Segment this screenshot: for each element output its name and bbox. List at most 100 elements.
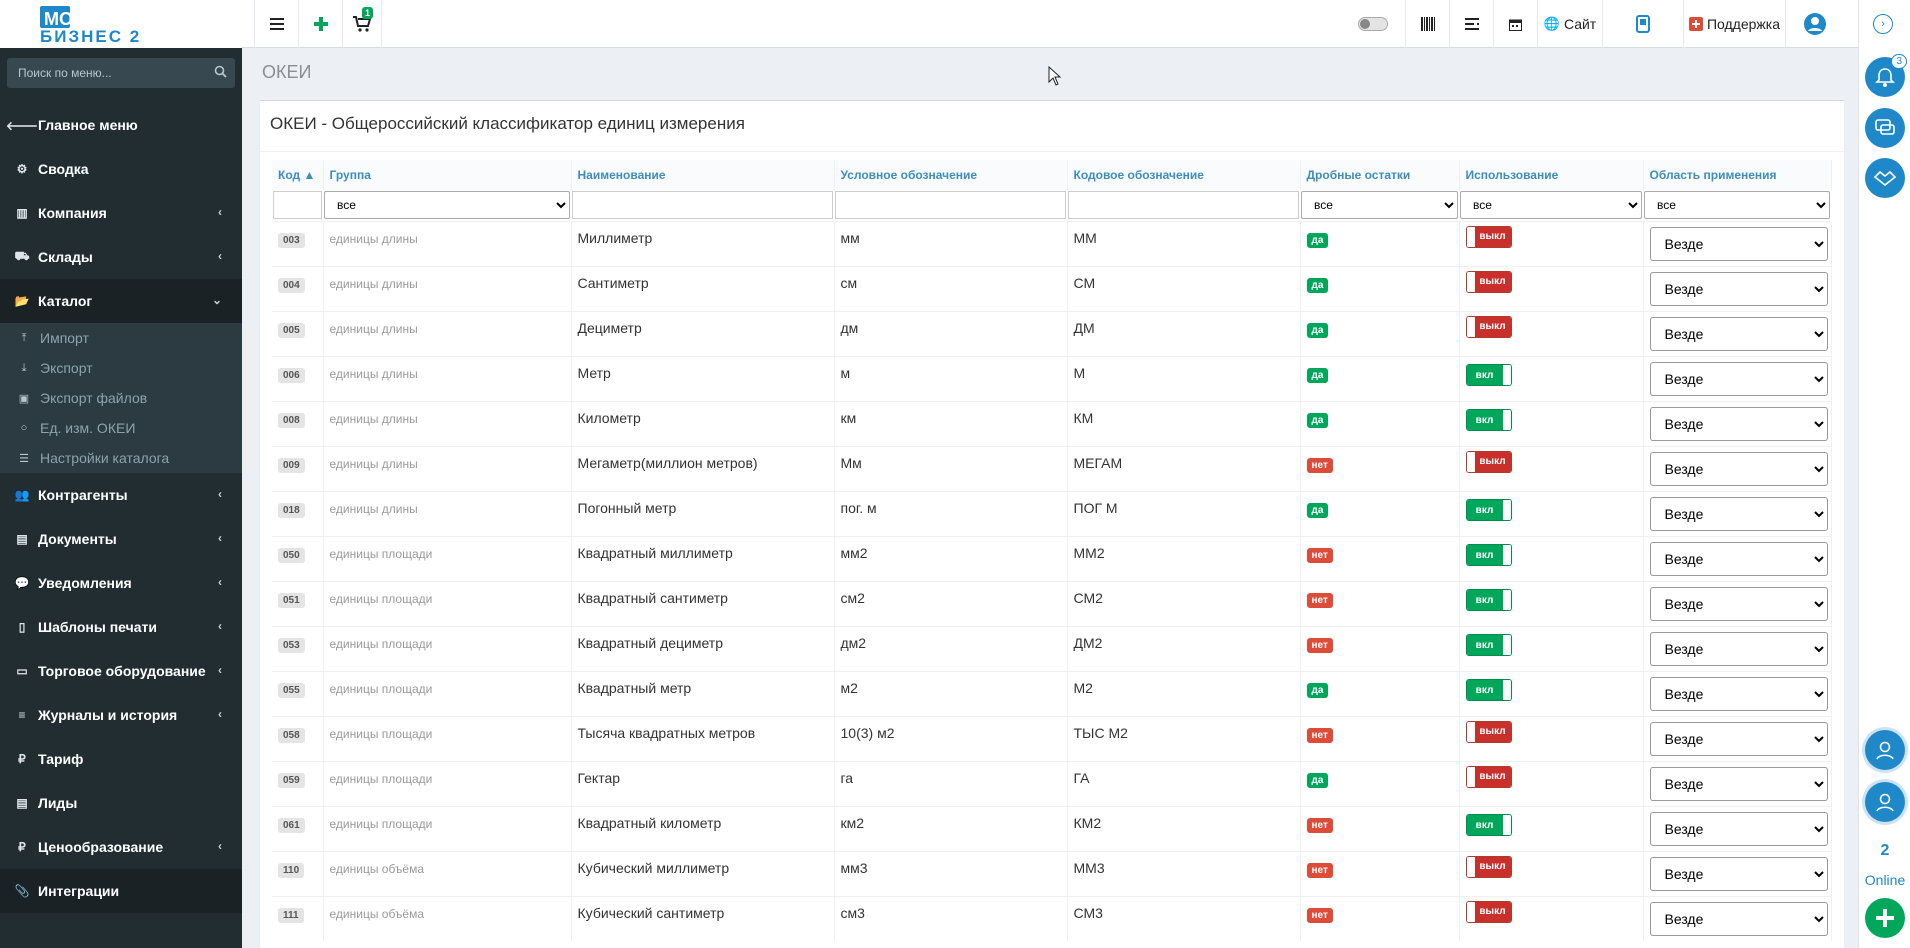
sidebar-subitem-okei[interactable]: ○ Ед. изм. ОКЕИ [0, 413, 242, 443]
column-header-code[interactable]: Код ▲ [272, 160, 324, 190]
area-select[interactable]: Везде [1649, 361, 1828, 396]
filter-area-select[interactable]: все [1644, 191, 1830, 220]
area-select[interactable]: Везде [1649, 271, 1828, 306]
list-settings-button[interactable] [1449, 0, 1493, 48]
column-header-group[interactable]: Группа [323, 160, 572, 190]
online-user-avatar-2[interactable] [1865, 782, 1905, 822]
table-header-row: Код ▲ Группа Наименование Условное обозн… [272, 160, 1832, 190]
mobile-app-button[interactable] [1602, 0, 1683, 48]
collapse-rail-button[interactable]: › [1873, 14, 1893, 34]
cell-symbol: 10(3) м2 [834, 715, 1068, 761]
sidebar-subitem-export[interactable]: ⤓ Экспорт [0, 353, 242, 383]
cell-fractional: нет [1300, 625, 1460, 671]
area-select[interactable]: Везде [1649, 586, 1828, 621]
usage-toggle[interactable]: вкл [1465, 634, 1512, 656]
area-select[interactable]: Везде [1649, 496, 1828, 531]
area-select[interactable]: Везде [1649, 766, 1828, 801]
add-button[interactable] [298, 0, 342, 48]
filter-usage-select[interactable]: все [1460, 191, 1642, 220]
sidebar-subitem-catalog-settings[interactable]: ☰ Настройки каталога [0, 443, 242, 473]
usage-toggle[interactable]: вкл [1465, 544, 1512, 566]
area-select[interactable]: Везде [1649, 856, 1828, 891]
sidebar-item-contractors[interactable]: 👥 Контрагенты ‹ [0, 473, 242, 517]
filter-symbol-input[interactable] [835, 191, 1066, 220]
cell-usage: вкл [1459, 580, 1644, 626]
sidebar-item-label: Лиды [38, 795, 78, 811]
usage-toggle[interactable]: вкл [1465, 814, 1512, 836]
cart-button[interactable]: 1 [342, 0, 382, 48]
sidebar-item-notifications[interactable]: 💬 Уведомления ‹ [0, 561, 242, 605]
sidebar-item-leads[interactable]: ▤ Лиды [0, 781, 242, 825]
filter-code-input[interactable] [273, 191, 322, 220]
search-icon[interactable] [214, 65, 227, 78]
cell-name: Дециметр [571, 310, 835, 356]
sidebar-item-summary[interactable]: ⚙ Сводка [0, 147, 242, 191]
filter-group-select[interactable]: все [324, 191, 570, 220]
sidebar-subitem-export-files[interactable]: ▣ Экспорт файлов [0, 383, 242, 413]
sidebar-item-warehouses[interactable]: ⛟ Склады ‹ [0, 235, 242, 279]
filter-name-input[interactable] [572, 191, 833, 220]
sidebar-item-tariff[interactable]: ₽ Тариф [0, 737, 242, 781]
usage-toggle[interactable]: выкл [1465, 270, 1512, 293]
usage-toggle[interactable]: вкл [1465, 589, 1512, 611]
calendar-button[interactable] [1493, 0, 1537, 48]
usage-toggle[interactable]: вкл [1465, 499, 1512, 521]
usage-toggle[interactable]: выкл [1465, 315, 1512, 338]
usage-toggle[interactable]: выкл [1465, 855, 1512, 878]
unit-name: Квадратный километр [577, 814, 722, 831]
area-select[interactable]: Везде [1649, 811, 1828, 846]
chat-icon [1875, 119, 1895, 135]
code-label: 110 [278, 862, 305, 878]
unit-code-symbol: ГА [1073, 769, 1090, 786]
usage-toggle[interactable]: вкл [1465, 409, 1512, 431]
quick-add-button[interactable] [1865, 898, 1905, 938]
area-select[interactable]: Везде [1649, 451, 1828, 486]
usage-toggle[interactable]: выкл [1465, 450, 1512, 473]
column-header-name[interactable]: Наименование [571, 160, 835, 190]
area-select[interactable]: Везде [1649, 226, 1828, 261]
sidebar-item-catalog[interactable]: 📂 Каталог ⌄ [0, 279, 242, 323]
chat-button[interactable] [1865, 108, 1905, 148]
usage-toggle[interactable]: выкл [1465, 720, 1512, 743]
area-select[interactable]: Везде [1649, 631, 1828, 666]
sidebar-item-print-templates[interactable]: ▯ Шаблоны печати ‹ [0, 605, 242, 649]
area-select[interactable]: Везде [1649, 676, 1828, 711]
barcode-button[interactable] [1405, 0, 1449, 48]
column-header-area[interactable]: Область применения [1643, 160, 1832, 190]
sidebar-item-journals[interactable]: ≡ Журналы и история ‹ [0, 693, 242, 737]
filter-code-symbol-input[interactable] [1068, 191, 1299, 220]
sidebar-subitem-import[interactable]: ⤒ Импорт [0, 323, 242, 353]
column-header-code-symbol[interactable]: Кодовое обозначение [1067, 160, 1301, 190]
sidebar-item-company[interactable]: ▥ Компания ‹ [0, 191, 242, 235]
column-header-fractional[interactable]: Дробные остатки [1300, 160, 1460, 190]
area-select[interactable]: Везде [1649, 406, 1828, 441]
column-header-symbol[interactable]: Условное обозначение [834, 160, 1068, 190]
usage-toggle[interactable]: вкл [1465, 364, 1512, 386]
user-profile-button[interactable] [1785, 0, 1843, 48]
filter-fractional-select[interactable]: все [1301, 191, 1458, 220]
chevron-left-icon: ‹ [218, 839, 222, 853]
support-button[interactable]: Поддержка [1683, 0, 1785, 48]
menu-search-input[interactable] [7, 58, 207, 88]
sidebar-item-integrations[interactable]: 📎 Интеграции [0, 869, 242, 913]
usage-toggle[interactable]: вкл [1465, 679, 1512, 701]
usage-toggle[interactable]: выкл [1465, 900, 1512, 923]
area-select[interactable]: Везде [1649, 541, 1828, 576]
notifications-button[interactable]: 3 [1865, 54, 1907, 97]
sidebar-item-main-menu[interactable]: 🡐 Главное меню [0, 103, 242, 147]
area-select[interactable]: Везде [1649, 901, 1828, 936]
area-select[interactable]: Везде [1649, 721, 1828, 756]
site-link[interactable]: 🌐 Сайт [1537, 0, 1602, 48]
logo[interactable]: МОЙ БИЗНЕС 2 [0, 0, 242, 48]
sidebar-item-documents[interactable]: ▤ Документы ‹ [0, 517, 242, 561]
sidebar-item-trade-equipment[interactable]: ▭ Торговое оборудование ‹ [0, 649, 242, 693]
usage-toggle[interactable]: выкл [1465, 765, 1512, 788]
sidebar-item-pricing[interactable]: ₽ Ценообразование ‹ [0, 825, 242, 869]
usage-toggle[interactable]: выкл [1465, 225, 1512, 248]
column-header-usage[interactable]: Использование [1459, 160, 1644, 190]
theme-toggle[interactable] [1355, 0, 1391, 48]
area-select[interactable]: Везде [1649, 316, 1828, 351]
partners-button[interactable] [1865, 158, 1905, 198]
hamburger-menu-button[interactable] [254, 0, 298, 48]
online-user-avatar-1[interactable] [1865, 730, 1905, 770]
